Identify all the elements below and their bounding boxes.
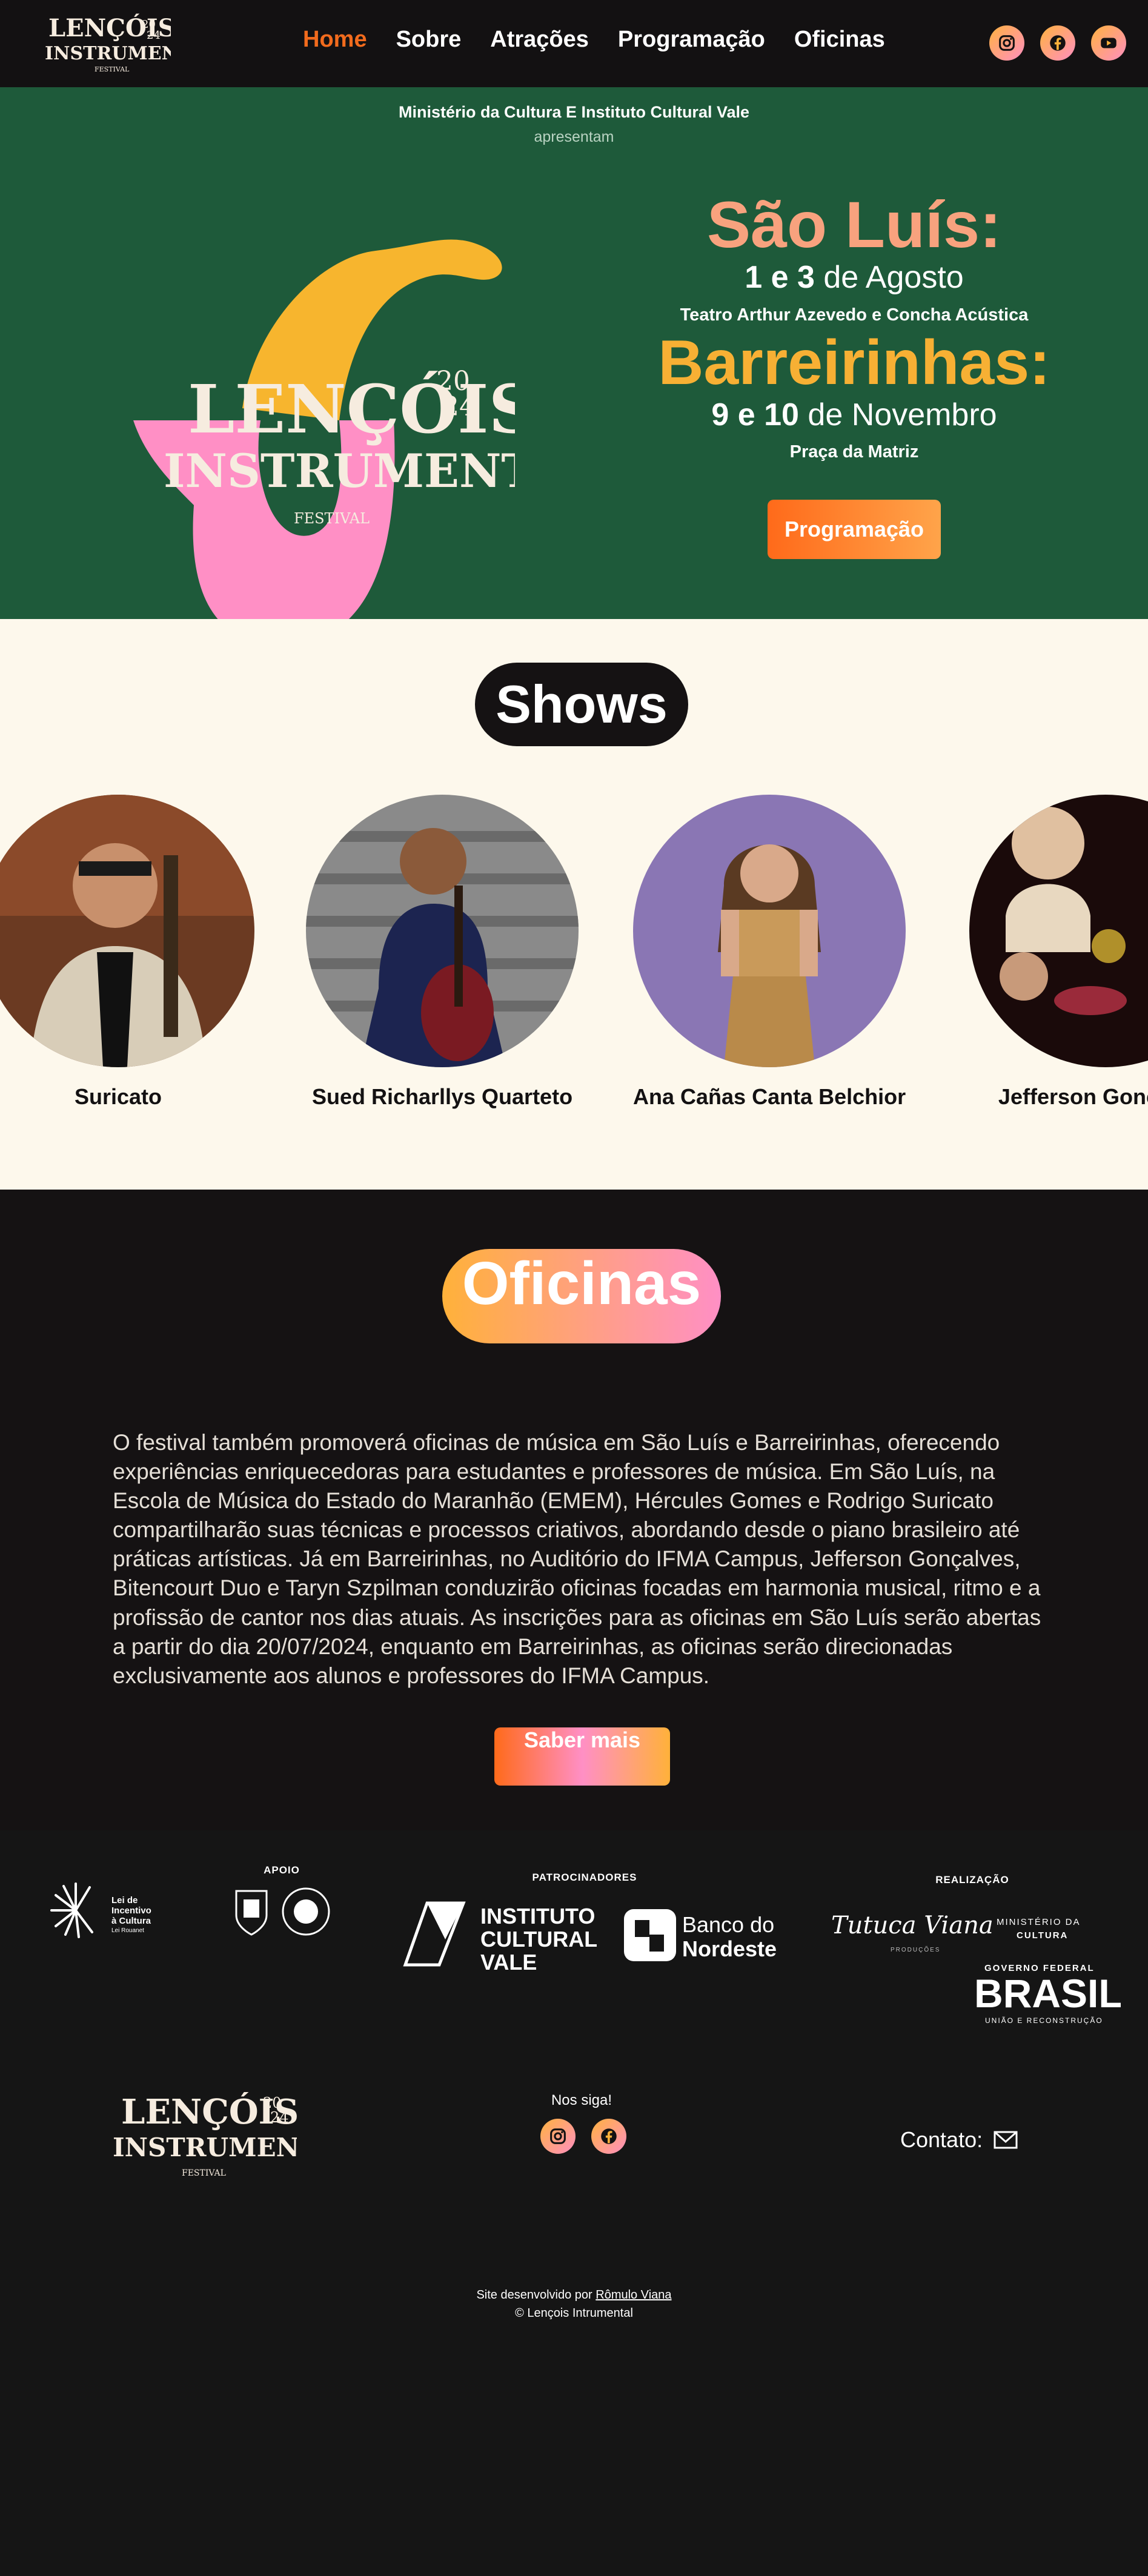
mail-icon (994, 2131, 1018, 2149)
apoio-label: APOIO (264, 1864, 300, 1876)
credits: Site desenvolvido por Rômulo Viana © Len… (0, 2286, 1148, 2322)
oficinas-description: O festival também promoverá oficinas de … (113, 1430, 1041, 1688)
nav-oficinas[interactable]: Oficinas (794, 27, 885, 53)
dates-barreirinhas-days: 9 e 10 (711, 397, 799, 432)
presenters-subtitle: apresentam (534, 128, 614, 145)
banco-line-1: Banco do (682, 1912, 774, 1937)
artist-card[interactable]: Sued Richarllys Quarteto (306, 795, 579, 1110)
logo-year-2: 24 (147, 29, 161, 42)
logo-line-2: INSTRUMENTAL (45, 43, 171, 64)
footer-facebook-link[interactable] (591, 2119, 626, 2154)
artist-card[interactable]: Suricato (0, 795, 254, 1110)
artist-photo[interactable] (633, 795, 906, 1067)
credits-prefix: Site desenvolvido por (476, 2288, 596, 2302)
oficinas-section: Oficinas O festival também promoverá ofi… (0, 1190, 1148, 1830)
hero-logo-year-2: 24 (442, 391, 476, 422)
top-nav: LENÇÓIS INSTRUMENTAL 20 24 FESTIVAL Home… (0, 0, 1148, 87)
tutuca-sub: PRODUÇÕES (891, 1945, 940, 1953)
instagram-link[interactable] (989, 25, 1024, 61)
brasil-wordmark: BRASIL (974, 1971, 1121, 2016)
credits-line: Site desenvolvido por Rômulo Viana (0, 2286, 1148, 2304)
instagram-icon (999, 35, 1015, 51)
author-link[interactable]: Rômulo Viana (596, 2288, 671, 2302)
footer-logo-year-2: 24 (270, 2109, 289, 2126)
follow-label: Nos siga! (551, 2092, 612, 2108)
saber-mais-button[interactable]: Saber mais (494, 1727, 670, 1786)
facebook-icon (601, 2128, 617, 2144)
patrocinadores-label: PATROCINADORES (532, 1872, 637, 1883)
tutuca-logo: Tutuca Viana (831, 1912, 994, 1939)
shows-title: Shows (475, 663, 688, 746)
sponsors-section: Lei de Incentivo à Cultura Lei Rouanet A… (0, 1830, 1148, 2048)
city-sao-luis: São Luís: (706, 188, 1002, 261)
main-nav: Home Sobre Atrações Programação Oficinas (303, 27, 885, 53)
instituto-cultural-vale-logo: INSTITUTO CULTURAL VALE (403, 1901, 597, 1975)
instituto-line-3: VALE (480, 1950, 537, 1975)
lei-incentivo-logo: Lei de Incentivo à Cultura Lei Rouanet (50, 1882, 151, 1938)
instituto-line-2: CULTURAL (480, 1927, 597, 1952)
dates-barreirinhas-month: de Novembro (798, 397, 997, 432)
artist-card[interactable]: Ana Cañas Canta Belchior (633, 795, 906, 1110)
realizacao-logos: Tutuca Viana PRODUÇÕES MINISTÉRIO DA CUL… (831, 1912, 1121, 2025)
lei-line-4: Lei Rouanet (111, 1927, 144, 1934)
oficinas-title: Oficinas (442, 1249, 721, 1343)
footer-logo[interactable]: LENÇÓIS INSTRUMENTAL 20 24 FESTIVAL (109, 2086, 297, 2183)
banco-line-2: Nordeste (682, 1936, 777, 1961)
logo-festival: FESTIVAL (95, 65, 130, 73)
programacao-button[interactable]: Programação (767, 500, 941, 560)
artist-card[interactable]: Jefferson Gonçalves (969, 795, 1148, 1110)
ministerio-line-1: MINISTÉRIO DA (997, 1917, 1081, 1927)
instituto-line-1: INSTITUTO (480, 1904, 595, 1929)
copyright: © Lençois Intrumental (515, 2306, 633, 2320)
saxophone-logo-illustration: LENÇÓIS INSTRUMENTAL 20 24 FESTIVAL (133, 239, 515, 645)
footer-logo-festival: FESTIVAL (182, 2168, 226, 2178)
nav-socials (989, 25, 1126, 61)
artist-name: Ana Cañas Canta Belchior (633, 1084, 906, 1109)
banco-do-nordeste-logo: Banco do Nordeste (624, 1909, 777, 1961)
youtube-icon (1101, 38, 1116, 48)
brasil-sub: UNIÃO E RECONSTRUÇÃO (985, 2016, 1103, 2025)
dates-barreirinhas: 9 e 10 de Novembro (636, 396, 1072, 434)
hero-logo-festival: FESTIVAL (294, 510, 370, 527)
artist-name: Suricato (74, 1084, 162, 1109)
nav-home[interactable]: Home (303, 27, 367, 53)
realizacao-label: REALIZAÇÃO (935, 1874, 1009, 1886)
artist-name: Sued Richarllys Quarteto (311, 1084, 573, 1109)
artist-photo[interactable] (0, 795, 254, 1067)
lei-line-2: Incentivo (111, 1906, 151, 1916)
footer-socials (540, 2119, 626, 2154)
presenters-text: Ministério da Cultura E Instituto Cultur… (398, 103, 750, 121)
venue-barreirinhas: Praça da Matriz (789, 442, 919, 462)
footer-instagram-link[interactable] (540, 2119, 576, 2154)
instagram-icon (550, 2128, 566, 2144)
ministerio-line-2: CULTURA (1017, 1930, 1068, 1941)
site-footer: LENÇÓIS INSTRUMENTAL 20 24 FESTIVAL Nos … (0, 2048, 1148, 2576)
contact-label: Contato: (900, 2127, 983, 2152)
festival-logo[interactable]: LENÇÓIS INSTRUMENTAL 20 24 FESTIVAL (44, 11, 171, 76)
lei-line-3: à Cultura (111, 1916, 151, 1926)
dates-sao-luis-days: 1 e 3 (745, 260, 815, 296)
city-barreirinhas: Barreirinhas: (658, 327, 1050, 398)
shows-section: Shows Suricato Sued Richarllys Quarteto … (0, 619, 1148, 1190)
nav-atracoes[interactable]: Atrações (490, 27, 589, 53)
event-info: São Luís: 1 e 3 de Agosto Teatro Arthur … (636, 188, 1072, 560)
hero-logo-line-2: INSTRUMENTAL (164, 444, 515, 498)
venue-sao-luis: Teatro Arthur Azevedo e Concha Acústica (680, 305, 1029, 325)
contact-link[interactable]: Contato: (900, 2127, 1018, 2153)
nav-programacao[interactable]: Programação (618, 27, 765, 53)
dates-sao-luis: 1 e 3 de Agosto (636, 259, 1072, 296)
artist-photo[interactable] (306, 795, 579, 1067)
apoio-coat-of-arms-logos (235, 1887, 330, 1936)
youtube-link[interactable] (1091, 25, 1126, 61)
dates-sao-luis-month: de Agosto (814, 260, 964, 296)
facebook-link[interactable] (1040, 25, 1075, 61)
nav-sobre[interactable]: Sobre (396, 27, 462, 53)
facebook-icon (1050, 35, 1066, 51)
artist-name: Jefferson Gonçalves (998, 1084, 1148, 1109)
hero-section: Ministério da Cultura E Instituto Cultur… (0, 87, 1148, 645)
artist-photo[interactable] (969, 795, 1148, 1067)
footer-logo-line-2: INSTRUMENTAL (113, 2133, 297, 2162)
lei-line-1: Lei de (111, 1895, 138, 1906)
